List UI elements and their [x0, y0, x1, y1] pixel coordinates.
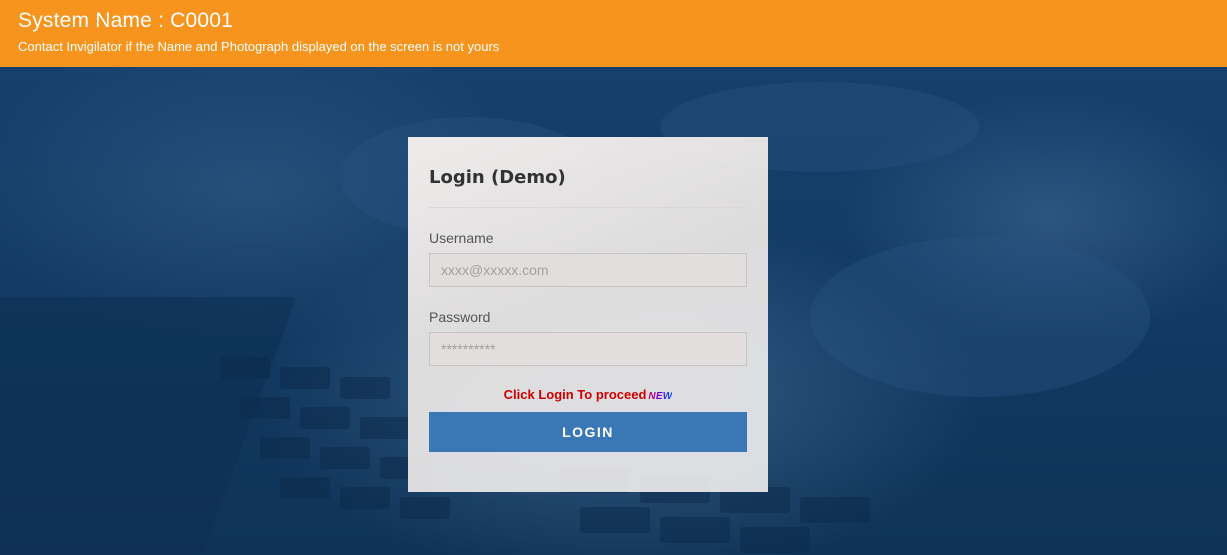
login-card: Login (Demo) Username Password Click Log… — [408, 137, 768, 492]
proceed-message: Click Login To proceed NEW — [429, 386, 747, 404]
password-label: Password — [429, 309, 491, 325]
proceed-text: Click Login To proceed — [503, 387, 647, 402]
username-input[interactable] — [429, 253, 747, 287]
invigilator-notice: Contact Invigilator if the Name and Phot… — [18, 39, 500, 54]
login-title: Login (Demo) — [429, 137, 747, 208]
login-page: System Name : C0001 Contact Invigilator … — [0, 0, 1227, 555]
system-name: System Name : C0001 — [18, 9, 234, 32]
username-label: Username — [429, 230, 494, 246]
system-header: System Name : C0001 Contact Invigilator … — [0, 0, 1227, 67]
new-badge: NEW — [648, 391, 673, 402]
password-input[interactable] — [429, 332, 747, 366]
login-button[interactable]: LOGIN — [429, 412, 747, 452]
